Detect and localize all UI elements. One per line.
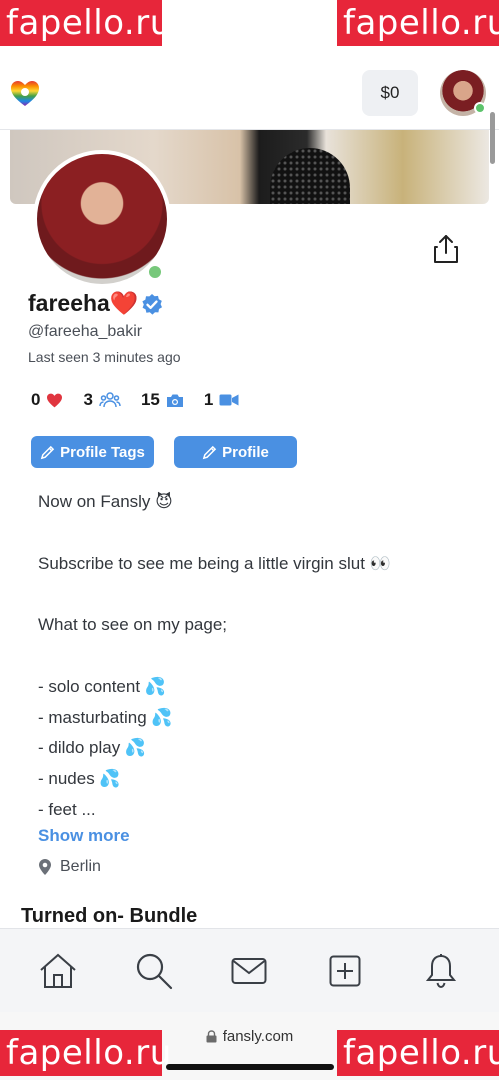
scrollbar[interactable] [490, 112, 495, 164]
heart-icon [47, 393, 63, 407]
lock-icon [206, 1030, 217, 1043]
watermark-bottom-right: fapello.ru [337, 1030, 499, 1076]
nav-create-post[interactable] [322, 948, 368, 994]
bio-line: - solo content 💦 [38, 676, 166, 696]
bottom-navigation [0, 928, 499, 1012]
nav-search[interactable] [131, 948, 177, 994]
profile-display-name: fareeha❤️ [28, 290, 139, 316]
browser-url-text: fansly.com [222, 1028, 294, 1045]
create-post-icon [329, 955, 361, 986]
banner-image-detail [270, 148, 350, 204]
last-seen-status: Last seen 3 minutes ago [28, 349, 181, 365]
bio-line [38, 579, 478, 610]
profile-tags-button[interactable]: Profile Tags [31, 436, 154, 468]
likes-stat[interactable]: 0 [31, 390, 63, 410]
subscribers-stat[interactable]: 3 [83, 390, 121, 410]
photos-stat[interactable]: 15 [141, 390, 184, 410]
nav-home[interactable] [35, 948, 81, 994]
notifications-icon [425, 953, 457, 988]
pencil-icon [202, 445, 217, 459]
likes-count: 0 [31, 390, 41, 409]
top-bar: $0 [0, 46, 499, 130]
account-online-indicator [474, 102, 486, 114]
bio-line: - nudes 💦 [38, 769, 121, 789]
video-icon [219, 394, 239, 406]
profile-handle: @fareeha_bakir [28, 323, 143, 340]
camera-icon [166, 394, 183, 407]
share-icon[interactable] [432, 234, 460, 264]
verified-badge-icon [142, 294, 162, 315]
online-indicator [146, 263, 164, 281]
bundle-section-title: Turned on- Bundle [21, 905, 198, 927]
watermark-top-left: fapello.ru [0, 0, 171, 46]
watermark-top-right: fapello.ru [337, 0, 499, 46]
profile-stats: 0 3 15 1 [31, 389, 259, 411]
home-indicator[interactable] [166, 1064, 334, 1070]
profile-tags-label: Profile Tags [60, 443, 145, 461]
videos-stat[interactable]: 1 [204, 390, 239, 410]
location-pin-icon [39, 859, 51, 875]
bio-line: What to see on my page; [38, 615, 227, 635]
messages-icon [231, 957, 267, 984]
show-more-link[interactable]: Show more [38, 826, 130, 846]
bio-line: - feet ... [38, 799, 96, 819]
profile-bio: Now on Fansly 😈 Subscribe to see me bein… [38, 487, 478, 826]
location-label: Berlin [60, 858, 101, 875]
fansly-heart-logo-icon[interactable] [10, 80, 40, 108]
videos-count: 1 [203, 390, 214, 409]
wallet-balance-button[interactable]: $0 [362, 70, 418, 116]
edit-profile-button[interactable]: Profile [174, 436, 297, 468]
photos-count: 15 [140, 390, 160, 409]
bio-line [38, 641, 478, 672]
watermark-bottom-left: fapello.ru [0, 1030, 171, 1076]
nav-notifications[interactable] [418, 948, 464, 994]
bio-line: - masturbating 💦 [38, 707, 173, 727]
nav-messages[interactable] [226, 948, 272, 994]
bio-line [38, 518, 478, 549]
bio-line: Now on Fansly 😈 [38, 492, 173, 511]
pencil-icon [40, 445, 55, 459]
profile-location: Berlin [38, 858, 101, 876]
subscribers-icon [99, 392, 121, 408]
bio-line: - dildo play 💦 [38, 738, 147, 758]
bio-line: Subscribe to see me being a little virgi… [38, 553, 391, 573]
home-icon [40, 953, 76, 988]
edit-profile-label: Profile [222, 443, 269, 461]
subscribers-count: 3 [83, 390, 93, 409]
search-icon [136, 953, 172, 989]
